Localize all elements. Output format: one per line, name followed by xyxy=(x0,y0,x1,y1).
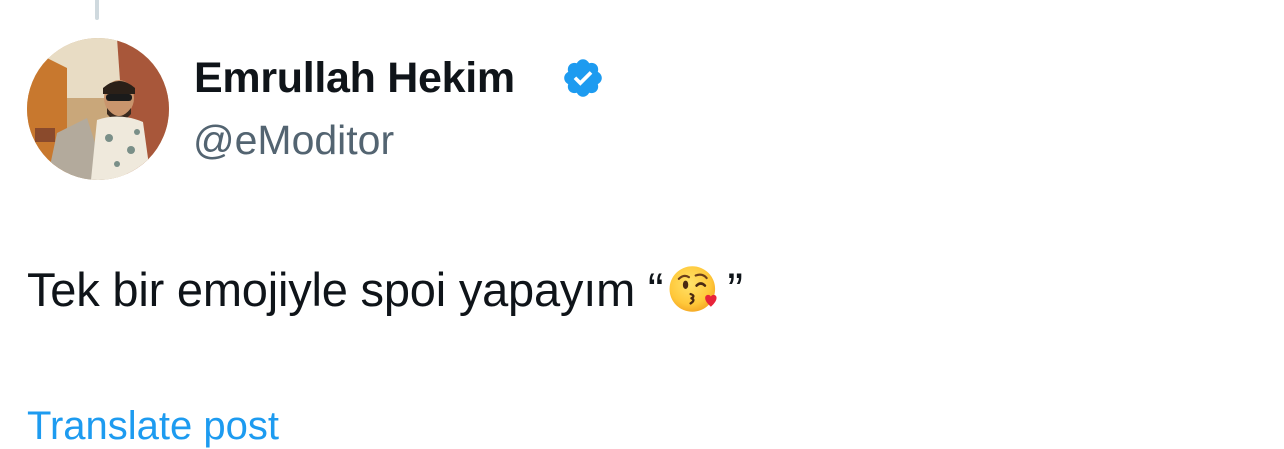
avatar[interactable] xyxy=(27,38,169,180)
author-handle[interactable]: @eModitor xyxy=(193,117,394,164)
tweet-text: Tek bir emojiyle spoi yapayım “ ” xyxy=(27,262,743,317)
translate-post-link[interactable]: Translate post xyxy=(27,404,279,449)
avatar-photo xyxy=(27,38,169,180)
tweet-text-after-emoji: ” xyxy=(727,263,743,316)
verified-badge-icon[interactable] xyxy=(561,56,605,100)
author-display-name[interactable]: Emrullah Hekim xyxy=(194,54,515,103)
tweet-text-before-emoji: Tek bir emojiyle spoi yapayım “ xyxy=(27,263,664,316)
face-blowing-a-kiss-icon xyxy=(669,266,717,312)
thread-connector-line xyxy=(95,0,99,20)
